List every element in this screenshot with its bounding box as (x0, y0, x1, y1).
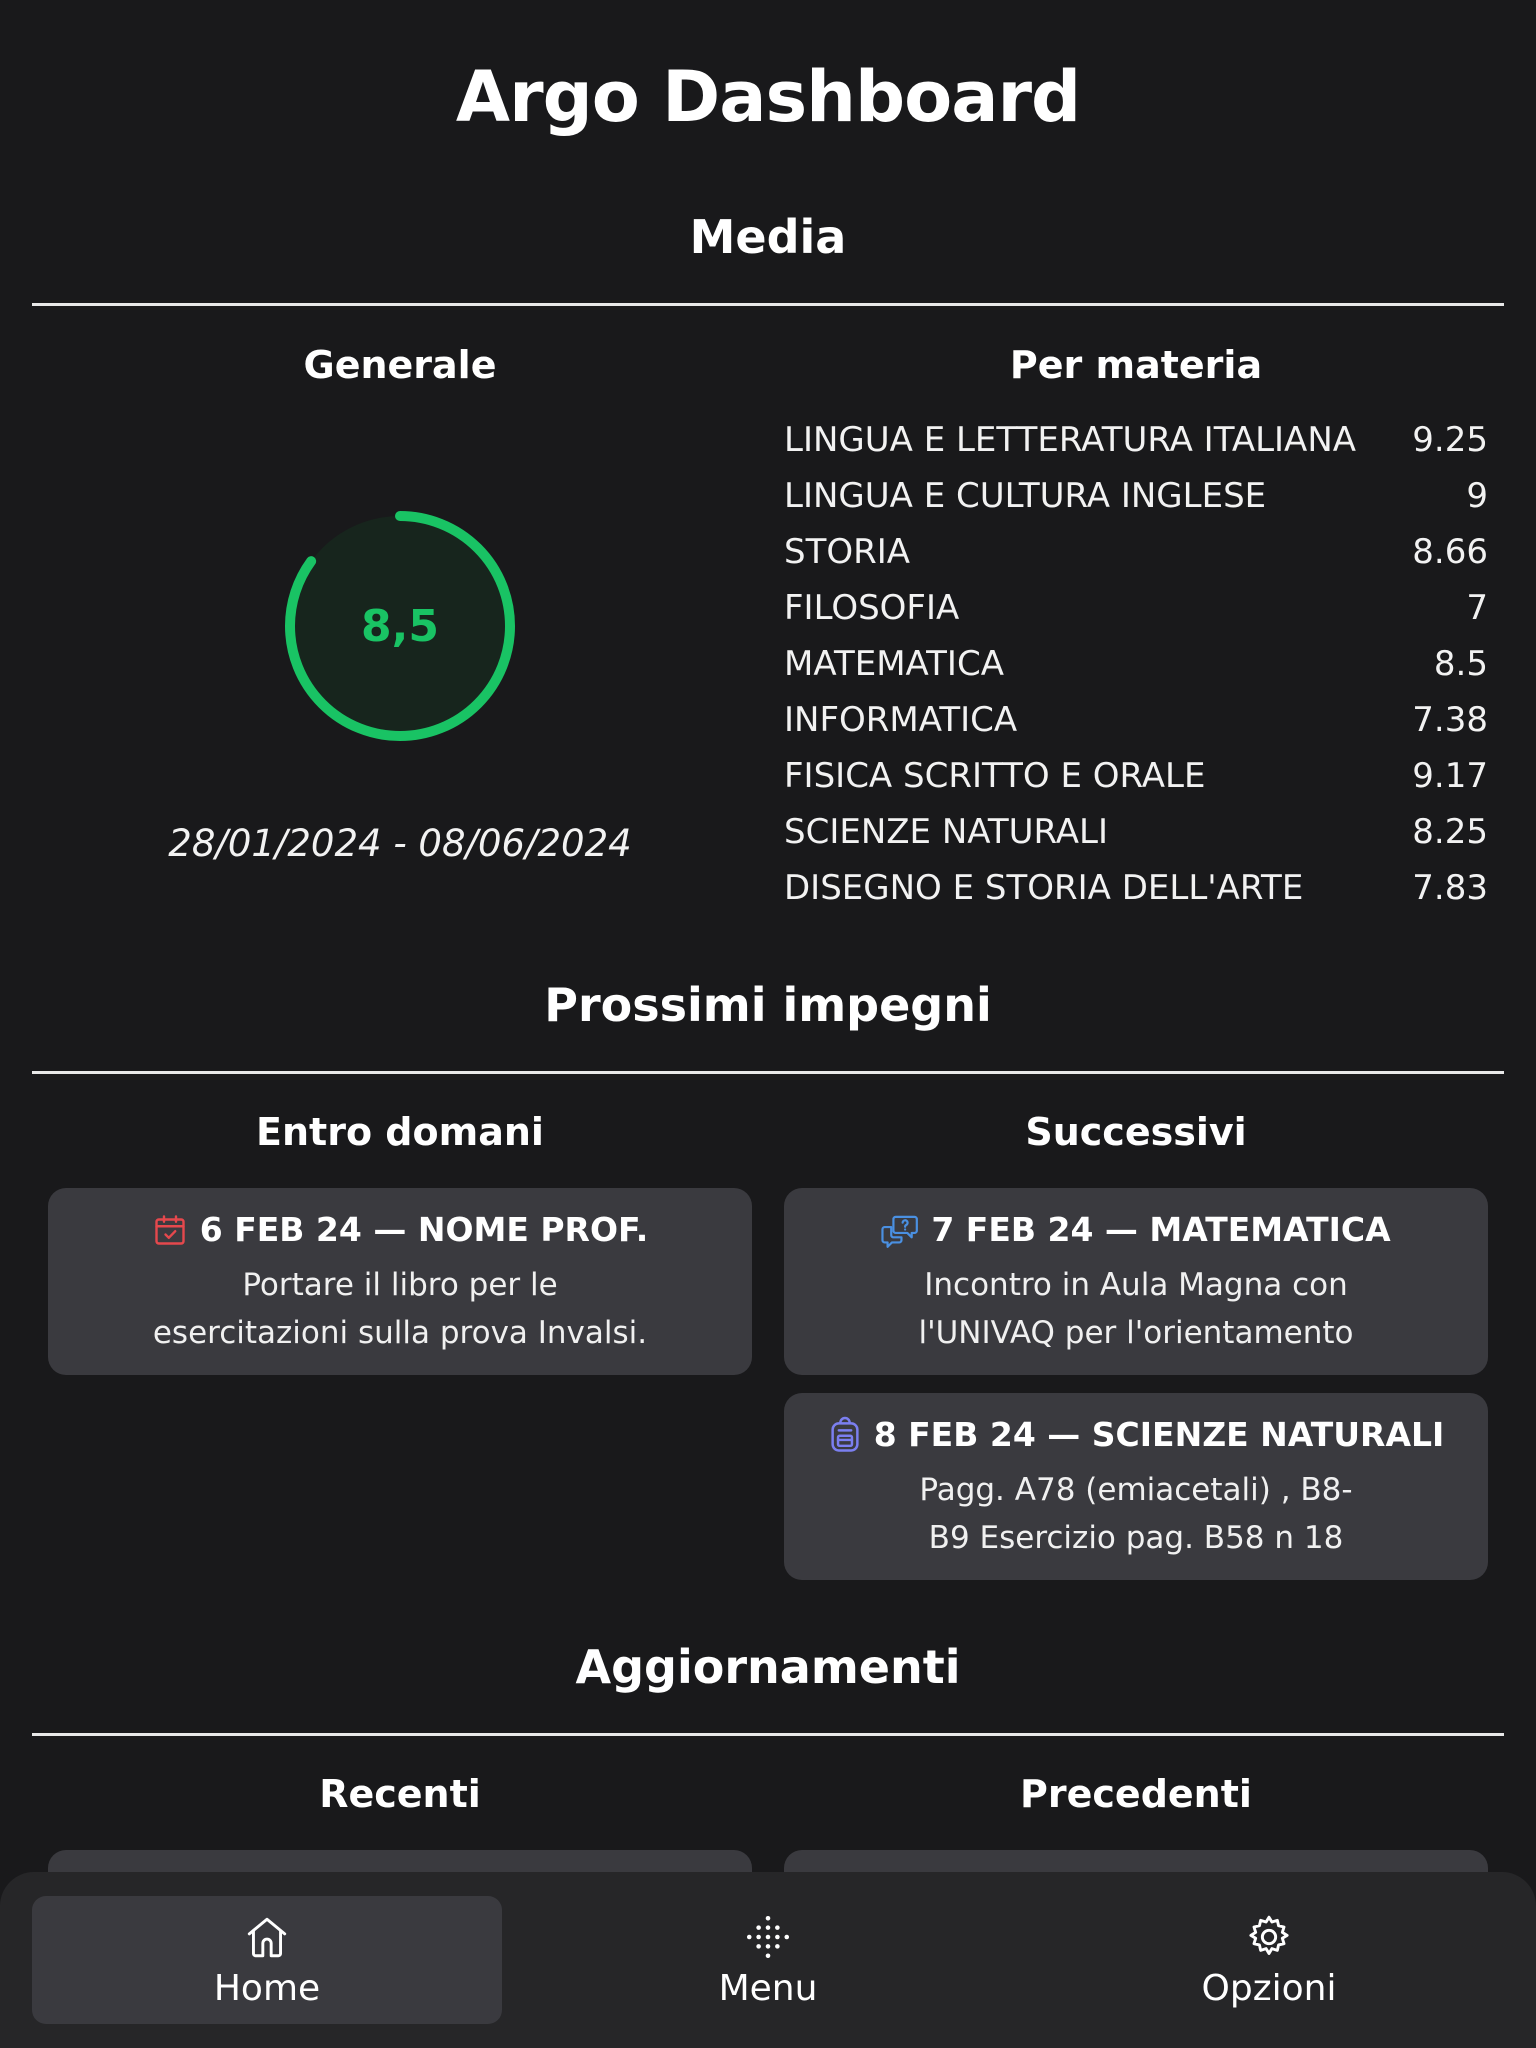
event-card-heading: 7 FEB 24 — MATEMATICA (814, 1210, 1458, 1249)
divider (32, 1071, 1504, 1074)
event-heading-text: 7 FEB 24 — MATEMATICA (931, 1210, 1391, 1249)
date-range: 28/01/2024 - 08/06/2024 (168, 822, 632, 865)
subject-row[interactable]: SCIENZE NATURALI 8.25 (784, 804, 1488, 860)
average-progress-ring[interactable]: 8,5 (280, 506, 520, 746)
nav-label: Home (213, 1967, 321, 2009)
subject-average: 9.25 (1412, 420, 1488, 460)
event-card[interactable]: 8 FEB 24 — SCIENZE NATURALI Pagg. A78 (e… (784, 1393, 1488, 1580)
nav-item-menu[interactable]: Menu (533, 1896, 1003, 2024)
event-description-line: B9 Esercizio pag. B58 n 18 (928, 1520, 1344, 1556)
subject-average-list: LINGUA E LETTERATURA ITALIANA 9.25 LINGU… (784, 412, 1488, 916)
subject-average: 9 (1466, 476, 1488, 516)
col-title-generale: Generale (303, 343, 497, 387)
col-title-precedenti: Precedenti (1020, 1772, 1252, 1816)
dashboard-page: Argo Dashboard Media Generale Per materi… (0, 0, 1536, 2048)
backpack-icon (831, 1416, 859, 1452)
nav-item-home[interactable]: Home (32, 1896, 502, 2024)
divider (32, 303, 1504, 306)
subject-name: LINGUA E LETTERATURA ITALIANA (784, 420, 1357, 460)
divider (32, 1733, 1504, 1736)
subject-row[interactable]: MATEMATICA 8.5 (784, 636, 1488, 692)
event-heading-text: 6 FEB 24 — NOME PROF. (199, 1210, 649, 1249)
calendar-check-icon (155, 1214, 185, 1245)
event-description-line: Portare il libro per le (242, 1267, 558, 1303)
nav-label: Menu (718, 1967, 818, 2009)
event-card[interactable]: 6 FEB 24 — NOME PROF. Portare il libro p… (48, 1188, 752, 1375)
subject-average: 7.83 (1412, 868, 1488, 908)
nav-item-opzioni[interactable]: Opzioni (1034, 1896, 1504, 2024)
subject-name: SCIENZE NATURALI (784, 812, 1109, 852)
event-heading-text: 8 FEB 24 — SCIENZE NATURALI (873, 1415, 1445, 1454)
subject-average: 9.17 (1412, 756, 1488, 796)
subject-row[interactable]: FISICA SCRITTO E ORALE 9.17 (784, 748, 1488, 804)
subject-row[interactable]: LINGUA E CULTURA INGLESE 9 (784, 468, 1488, 524)
subject-row[interactable]: INFORMATICA 7.38 (784, 692, 1488, 748)
section-title-media: Media (689, 210, 847, 264)
event-description-line: Incontro in Aula Magna con (924, 1267, 1348, 1303)
subject-average: 8.25 (1412, 812, 1488, 852)
subject-name: FISICA SCRITTO E ORALE (784, 756, 1206, 796)
subject-row[interactable]: LINGUA E LETTERATURA ITALIANA 9.25 (784, 412, 1488, 468)
chat-question-icon (881, 1215, 919, 1248)
subject-name: DISEGNO E STORIA DELL'ARTE (784, 868, 1304, 908)
event-card-heading: 8 FEB 24 — SCIENZE NATURALI (814, 1415, 1458, 1454)
event-description-line: l'UNIVAQ per l'orientamento (918, 1315, 1354, 1351)
section-title-aggiornamenti: Aggiornamenti (575, 1640, 961, 1694)
subject-name: MATEMATICA (784, 644, 1004, 684)
subject-average: 8.5 (1433, 644, 1488, 684)
app-title: Argo Dashboard (455, 56, 1081, 138)
event-card[interactable]: 7 FEB 24 — MATEMATICA Incontro in Aula M… (784, 1188, 1488, 1375)
subject-average: 7.38 (1412, 700, 1488, 740)
subject-name: STORIA (784, 532, 911, 572)
subject-average: 8.66 (1412, 532, 1488, 572)
subject-name: INFORMATICA (784, 700, 1018, 740)
subject-average: 7 (1466, 588, 1488, 628)
col-title-entro-domani: Entro domani (256, 1110, 544, 1154)
subject-row[interactable]: FILOSOFIA 7 (784, 580, 1488, 636)
average-value: 8,5 (361, 600, 439, 652)
event-description-line: Pagg. A78 (emiacetali) , B8- (919, 1472, 1353, 1508)
gear-icon (1249, 1915, 1289, 1955)
event-description: Incontro in Aula Magna con l'UNIVAQ per … (814, 1261, 1458, 1357)
col-title-per-materia: Per materia (1009, 343, 1263, 387)
nav-label: Opzioni (1201, 1967, 1337, 2009)
col-title-recenti: Recenti (319, 1772, 481, 1816)
subject-row[interactable]: STORIA 8.66 (784, 524, 1488, 580)
section-title-impegni: Prossimi impegni (544, 978, 992, 1032)
event-card-heading: 6 FEB 24 — NOME PROF. (78, 1210, 722, 1249)
event-description-line: esercitazioni sulla prova Invalsi. (152, 1315, 648, 1351)
subject-name: FILOSOFIA (784, 588, 960, 628)
home-icon (247, 1917, 287, 1957)
subject-name: LINGUA E CULTURA INGLESE (784, 476, 1267, 516)
event-description: Pagg. A78 (emiacetali) , B8- B9 Esercizi… (814, 1466, 1458, 1562)
dots-grid-icon (746, 1915, 790, 1958)
subject-row[interactable]: DISEGNO E STORIA DELL'ARTE 7.83 (784, 860, 1488, 916)
bottom-navigation: Home Menu Opzioni (0, 1872, 1536, 2048)
col-title-successivi: Successivi (1025, 1110, 1247, 1154)
event-description: Portare il libro per le esercitazioni su… (78, 1261, 722, 1357)
